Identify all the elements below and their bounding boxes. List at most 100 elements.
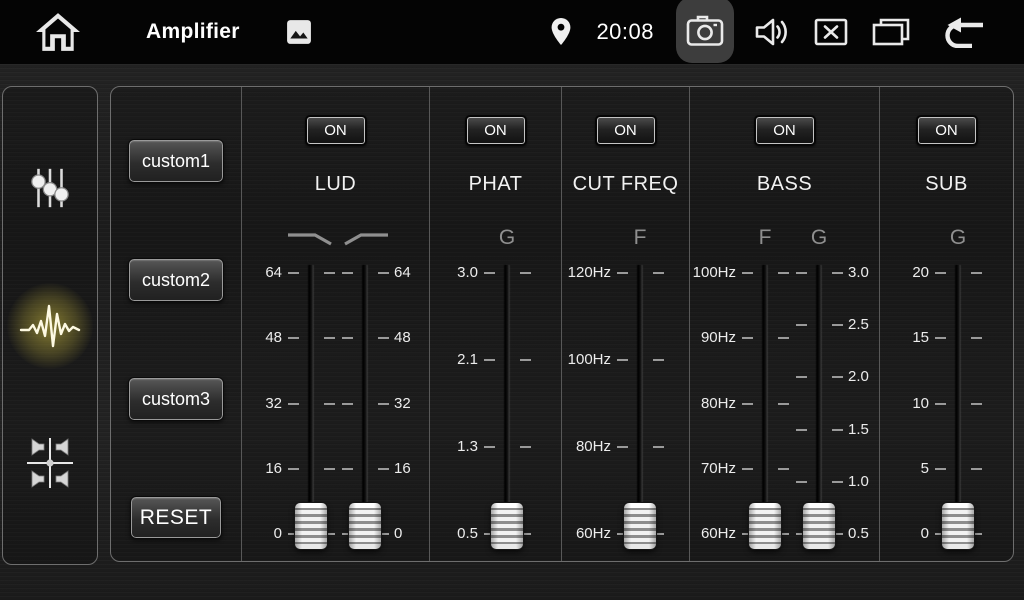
back-button[interactable] bbox=[940, 0, 990, 64]
tick-label: 100Hz bbox=[563, 351, 611, 369]
home-icon bbox=[32, 10, 84, 54]
tick-dash bbox=[742, 337, 753, 339]
tick-dash bbox=[653, 446, 664, 448]
tick-dash bbox=[971, 272, 982, 274]
sidebar-item-effects[interactable] bbox=[14, 290, 86, 362]
tick-label: 80Hz bbox=[563, 438, 611, 456]
tick-dash bbox=[935, 337, 946, 339]
tick-dash bbox=[288, 468, 299, 470]
tick-dash bbox=[520, 359, 531, 361]
tick-label: 80Hz bbox=[688, 395, 736, 413]
tick-dash bbox=[617, 359, 628, 361]
sidebar-item-equalizer[interactable] bbox=[14, 152, 86, 224]
sidebar-item-balance[interactable] bbox=[14, 427, 86, 499]
reset-button[interactable]: RESET bbox=[130, 496, 222, 539]
tick-label: 32 bbox=[240, 395, 282, 413]
tick-dash bbox=[796, 272, 807, 274]
volume-icon bbox=[754, 16, 790, 48]
tick-dash bbox=[288, 403, 299, 405]
home-button[interactable] bbox=[30, 0, 86, 64]
tick-dash bbox=[378, 337, 389, 339]
tick-dash bbox=[832, 324, 843, 326]
tick-label: 70Hz bbox=[688, 460, 736, 478]
cutfreq-on-button[interactable]: ON bbox=[595, 115, 657, 146]
section-phat: ONPHAT3.02.11.30.5G bbox=[429, 87, 561, 561]
custom3-button[interactable]: custom3 bbox=[128, 377, 224, 421]
tick-dash bbox=[484, 272, 495, 274]
speaker-balance-icon bbox=[25, 436, 75, 490]
tick-dash bbox=[742, 272, 753, 274]
tick-dash bbox=[796, 376, 807, 378]
lud-slider-area: 644832160644832160 bbox=[242, 259, 429, 551]
tick-label: 1.3 bbox=[436, 438, 478, 456]
tick-label: 10 bbox=[887, 395, 929, 413]
tick-dash bbox=[778, 272, 789, 274]
section-cutfreq: ONCUT FREQ120Hz100Hz80Hz60HzF bbox=[561, 87, 689, 561]
recent-apps-icon bbox=[871, 17, 911, 47]
custom2-button[interactable]: custom2 bbox=[128, 258, 224, 302]
phat-slider-1-knob[interactable] bbox=[491, 503, 523, 549]
tick-dash bbox=[742, 403, 753, 405]
tick-dash bbox=[484, 446, 495, 448]
lud-slope-icon-2 bbox=[339, 229, 391, 252]
phat-slider-area: 3.02.11.30.5 bbox=[430, 259, 561, 551]
recent-apps-button[interactable] bbox=[870, 0, 912, 64]
topbar: Amplifier 20:08 bbox=[0, 0, 1024, 64]
close-window-icon bbox=[814, 18, 848, 46]
tick-label: 60Hz bbox=[688, 525, 736, 543]
tick-dash bbox=[796, 481, 807, 483]
sidebar bbox=[2, 86, 98, 565]
tick-dash bbox=[935, 403, 946, 405]
amplifier-panel: custom1 custom2 custom3 RESET ONLUD64483… bbox=[110, 86, 1014, 562]
back-icon bbox=[941, 16, 989, 48]
tick-dash bbox=[971, 468, 982, 470]
tick-dash bbox=[520, 446, 531, 448]
tick-dash bbox=[832, 272, 843, 274]
tick-label: 0.5 bbox=[436, 525, 478, 543]
custom1-button[interactable]: custom1 bbox=[128, 139, 224, 183]
tick-dash bbox=[324, 403, 335, 405]
tick-label: 48 bbox=[240, 329, 282, 347]
fader-sections: ONLUD644832160644832160ONPHAT3.02.11.30.… bbox=[241, 87, 1013, 561]
tick-dash bbox=[832, 481, 843, 483]
camera-button[interactable] bbox=[676, 0, 734, 63]
cutfreq-sub-label-F: F bbox=[634, 224, 647, 252]
cutfreq-slider-1-knob[interactable] bbox=[624, 503, 656, 549]
tick-label: 16 bbox=[240, 460, 282, 478]
tick-dash bbox=[342, 403, 353, 405]
tick-label: 20 bbox=[887, 264, 929, 282]
tick-dash bbox=[617, 446, 628, 448]
lud-slider-1-knob[interactable] bbox=[295, 503, 327, 549]
sub-on-button[interactable]: ON bbox=[916, 115, 978, 146]
tick-dash bbox=[342, 272, 353, 274]
tick-dash bbox=[378, 403, 389, 405]
bass-on-button[interactable]: ON bbox=[754, 115, 816, 146]
bass-slider-1-knob[interactable] bbox=[749, 503, 781, 549]
tick-dash bbox=[378, 468, 389, 470]
tick-label: 5 bbox=[887, 460, 929, 478]
cutfreq-title: CUT FREQ bbox=[562, 173, 689, 199]
tick-dash bbox=[778, 403, 789, 405]
phat-on-button[interactable]: ON bbox=[465, 115, 527, 146]
bass-sub-label-G: G bbox=[811, 224, 827, 252]
tick-dash bbox=[288, 272, 299, 274]
tick-dash bbox=[778, 468, 789, 470]
tick-dash bbox=[342, 468, 353, 470]
close-window-button[interactable] bbox=[812, 0, 850, 64]
tick-dash bbox=[342, 337, 353, 339]
sub-slider-1-knob[interactable] bbox=[942, 503, 974, 549]
lud-on-button[interactable]: ON bbox=[305, 115, 367, 146]
section-bass: ONBASS100Hz90Hz80Hz70Hz60Hz3.02.52.01.51… bbox=[689, 87, 879, 561]
tick-dash bbox=[742, 468, 753, 470]
camera-icon bbox=[686, 13, 724, 47]
gallery-button[interactable] bbox=[284, 0, 314, 64]
tick-dash bbox=[378, 272, 389, 274]
volume-button[interactable] bbox=[752, 0, 792, 64]
bass-slider-2-knob[interactable] bbox=[803, 503, 835, 549]
sub-sub-label-G: G bbox=[950, 224, 966, 252]
lud-slider-2-knob[interactable] bbox=[349, 503, 381, 549]
gallery-icon bbox=[286, 19, 312, 45]
tick-dash bbox=[935, 468, 946, 470]
tick-label: 120Hz bbox=[563, 264, 611, 282]
tick-label: 90Hz bbox=[688, 329, 736, 347]
